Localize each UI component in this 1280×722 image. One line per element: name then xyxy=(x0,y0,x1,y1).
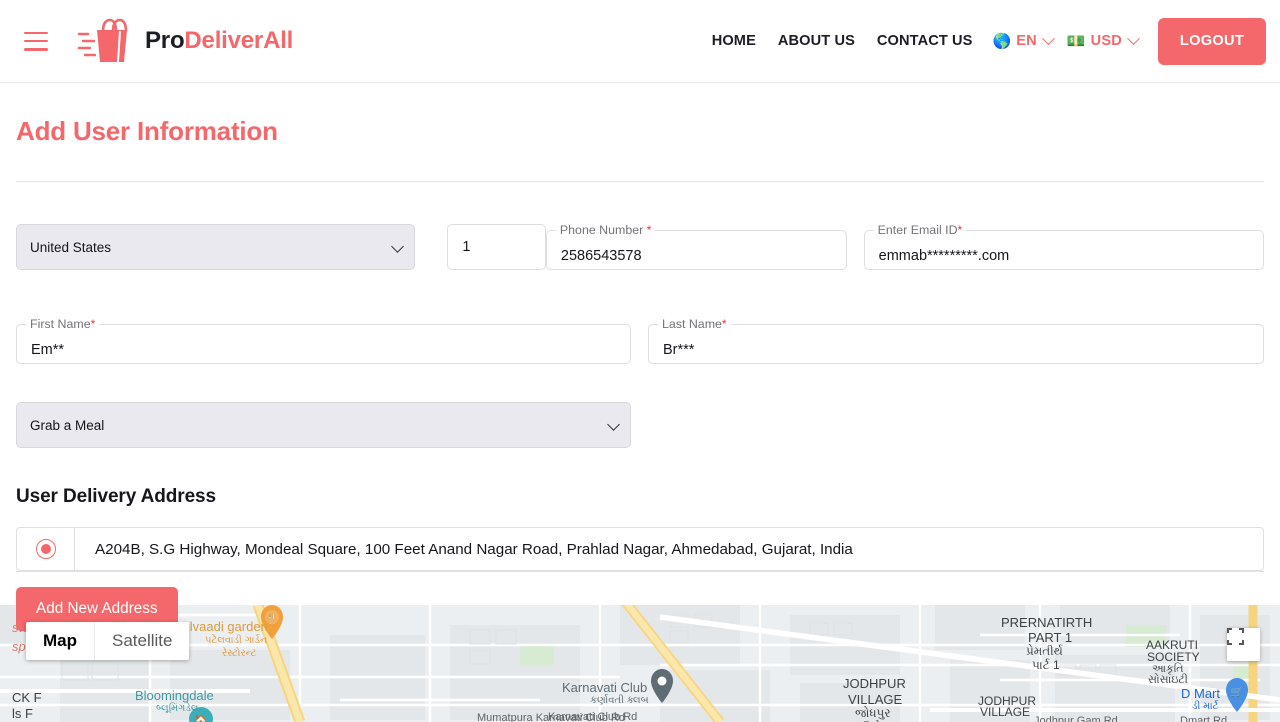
address-radio[interactable] xyxy=(17,528,75,570)
first-name-label: First Name* xyxy=(30,317,96,331)
hamburger-bar xyxy=(24,31,48,35)
chevron-down-icon xyxy=(1127,31,1140,45)
brand-name-part1: Pro xyxy=(145,27,185,54)
hamburger-menu-icon[interactable] xyxy=(24,31,48,51)
currency-selector[interactable]: 💵 USD xyxy=(1066,31,1140,50)
address-list-item[interactable]: A204B, S.G Highway, Mondeal Square, 100 … xyxy=(16,527,1264,571)
map-label: VILLAGE xyxy=(980,705,1030,719)
map-label: ls F xyxy=(12,706,33,721)
map-label: Dmart Rd xyxy=(1180,715,1227,722)
map-label: ડી માર્ટ xyxy=(1192,700,1219,712)
map-label: CK F xyxy=(12,690,42,705)
main-navigation: HOME ABOUT US CONTACT US 🌎 EN 💵 USD LOGO… xyxy=(712,0,1280,82)
phone-number-input[interactable] xyxy=(546,241,846,272)
country-code-input[interactable] xyxy=(448,225,545,269)
map-label: પાર્ટ 1 xyxy=(1032,658,1060,672)
hamburger-bar xyxy=(24,39,48,43)
radio-selected-icon xyxy=(35,539,56,559)
nav-item-about-us[interactable]: ABOUT US xyxy=(778,33,855,49)
nav-item-home[interactable]: HOME xyxy=(712,33,756,49)
service-select[interactable]: Grab a Meal xyxy=(16,402,631,448)
title-divider xyxy=(16,181,1264,182)
last-name-label: Last Name* xyxy=(662,317,727,331)
brand-name: ProDeliverAll xyxy=(145,27,293,55)
currency-code: USD xyxy=(1090,33,1122,49)
phone-number-label: Phone Number * xyxy=(559,223,652,237)
logout-button[interactable]: LOGOUT xyxy=(1158,17,1266,65)
map-label: Karnavati Club xyxy=(562,680,647,695)
address-text: A204B, S.G Highway, Mondeal Square, 100 … xyxy=(95,540,853,558)
map-label: VILLAGE xyxy=(848,692,903,707)
map-label: પ્રેમતીર્થ xyxy=(1026,644,1063,658)
country-select[interactable]: United States xyxy=(16,224,416,270)
first-name-field: First Name* xyxy=(16,317,631,366)
brand-logo[interactable]: ProDeliverAll xyxy=(77,18,293,64)
map-label: sp xyxy=(12,639,26,654)
chevron-down-icon xyxy=(1042,31,1055,45)
nav-item-contact-us[interactable]: CONTACT US xyxy=(877,33,973,49)
address-list-divider xyxy=(16,571,1264,572)
map-label: કર્ણાવતી ક્લબ xyxy=(590,694,649,706)
map-label: D Mart xyxy=(1181,686,1220,701)
map-type-map[interactable]: Map xyxy=(26,622,94,660)
email-label: Enter Email ID* xyxy=(877,223,963,237)
map-label-layer: swatispPatelvaadi gardenપટેલવાડી ગાર્ડનર… xyxy=(12,615,1227,722)
map-label: રેસ્ટોરન્ટ xyxy=(222,646,257,659)
last-name-input[interactable] xyxy=(649,335,1263,366)
language-code: EN xyxy=(1016,33,1037,49)
brand-name-part2: DeliverAll xyxy=(184,27,294,54)
map-type-satellite[interactable]: Satellite xyxy=(94,622,189,660)
fullscreen-icon xyxy=(1227,628,1244,645)
form-row-service: Grab a Meal xyxy=(16,402,1264,448)
hamburger-bar xyxy=(24,47,48,51)
delivery-address-heading: User Delivery Address xyxy=(16,486,216,507)
map-label: Jodhpur Gam Rd xyxy=(1034,715,1118,722)
fullscreen-button[interactable] xyxy=(1227,628,1260,661)
map-type-switch: Map Satellite xyxy=(26,622,190,660)
map-label: PART 1 xyxy=(1028,630,1072,645)
last-name-field: Last Name* xyxy=(648,317,1264,366)
email-field: Enter Email ID* xyxy=(863,223,1264,272)
page-content: Add User Information United States Phone… xyxy=(0,116,1280,631)
map-label: જોધપુર xyxy=(855,706,891,720)
map-viewport[interactable]: 🍴 🛒 🏠 swatispPatelvaadi gardenપટેલવાડી ગ… xyxy=(0,605,1280,722)
first-name-input[interactable] xyxy=(17,335,630,366)
form-row-name: First Name* Last Name* xyxy=(16,317,1264,366)
phone-number-field: Phone Number * xyxy=(545,223,847,272)
email-input[interactable] xyxy=(864,241,1263,272)
country-code-wrapper xyxy=(447,224,546,270)
form-row-contact: United States Phone Number * Enter Email… xyxy=(16,223,1264,272)
map-label: SOCIETY xyxy=(1147,650,1200,664)
map-label: બ્લૂમિંગડેલ xyxy=(156,701,199,714)
map-label: Bloomingdale xyxy=(135,688,214,703)
money-icon: 💵 xyxy=(1066,32,1086,50)
map-label: PRERNATIRTH xyxy=(1001,615,1092,630)
globe-icon: 🌎 xyxy=(992,32,1012,50)
shopping-bag-icon xyxy=(77,18,128,63)
map-label: પટેલવાડી ગાર્ડન xyxy=(205,633,268,646)
language-selector[interactable]: 🌎 EN xyxy=(992,31,1055,50)
map-label: સોસાઇટી xyxy=(1148,673,1188,686)
service-select-wrapper: Grab a Meal xyxy=(16,402,631,448)
site-header: ProDeliverAll HOME ABOUT US CONTACT US 🌎… xyxy=(0,0,1280,83)
country-code-box xyxy=(447,224,546,270)
country-select-wrapper: United States xyxy=(16,224,416,270)
map-label: Mumatpura Karnavati Club Rd xyxy=(477,712,625,722)
map-label: JODHPUR xyxy=(843,676,906,691)
page-title: Add User Information xyxy=(16,116,278,146)
